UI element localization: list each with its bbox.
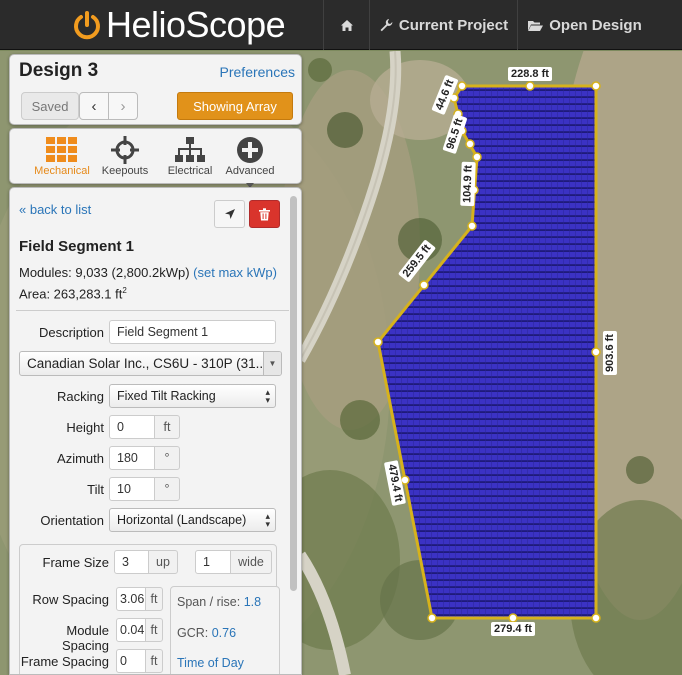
redo-next-button[interactable]: › xyxy=(108,92,138,120)
orientation-value: Horizontal (Landscape) xyxy=(117,513,247,527)
open-design-label: Open Design xyxy=(549,16,642,34)
edge-label-right: 903.6 ft xyxy=(602,331,617,375)
azimuth-unit: ° xyxy=(154,446,180,470)
azimuth-input[interactable]: 180 xyxy=(109,446,155,470)
tab-mechanical[interactable]: Mechanical xyxy=(29,135,95,177)
racking-select[interactable]: Fixed Tilt Racking ▴ ▾ xyxy=(109,384,276,408)
module-select-value: Canadian Solar Inc., CS6U - 310P (31... xyxy=(27,356,267,371)
home-icon xyxy=(340,19,353,31)
tab-mechanical-label: Mechanical xyxy=(34,165,90,177)
tab-advanced[interactable]: Advanced xyxy=(217,135,283,188)
modules-summary: Modules: 9,033 (2,800.2kWp) (set max kWp… xyxy=(19,265,277,280)
racking-value: Fixed Tilt Racking xyxy=(117,389,216,403)
locate-button[interactable] xyxy=(214,200,245,228)
hierarchy-icon xyxy=(175,137,205,162)
frame-up-input[interactable]: 3 xyxy=(114,550,149,574)
time-of-day-link[interactable]: Time of Day xyxy=(177,656,244,670)
module-spacing-input[interactable]: 0.04 xyxy=(116,618,146,642)
area-summary: Area: 263,283.1 ft2 xyxy=(19,286,127,301)
azimuth-label: Azimuth xyxy=(57,451,104,466)
tab-advanced-label: Advanced xyxy=(225,165,275,177)
tab-electrical-label: Electrical xyxy=(167,165,213,177)
height-unit: ft xyxy=(154,415,180,439)
frame-wide-unit: wide xyxy=(230,550,272,574)
segment-title: Field Segment 1 xyxy=(19,238,135,255)
frame-wide-input[interactable]: 1 xyxy=(195,550,231,574)
tab-keepouts-label: Keepouts xyxy=(101,165,149,177)
current-project-label: Current Project xyxy=(398,16,509,34)
module-spacing-unit: ft xyxy=(145,618,163,642)
row-spacing-label: Row Spacing xyxy=(32,592,109,607)
tilt-input[interactable]: 10 xyxy=(109,477,155,501)
crosshair-icon xyxy=(111,136,139,164)
current-project-button[interactable]: Current Project xyxy=(369,0,517,50)
racking-label: Racking xyxy=(57,389,104,404)
row-spacing-unit: ft xyxy=(145,587,163,611)
module-select[interactable]: Canadian Solar Inc., CS6U - 310P (31... … xyxy=(19,351,282,376)
frame-size-label: Frame Size xyxy=(42,555,109,570)
module-spacing-label: Module Spacing xyxy=(62,623,109,653)
tabs-card: Mechanical Keepouts Electrical Advanced xyxy=(9,128,302,188)
frame-spacing-label: Frame Spacing xyxy=(20,654,109,669)
edge-label-bottom: 279.4 ft xyxy=(491,622,535,636)
edge-label-104: 104.9 ft xyxy=(460,161,476,207)
modules-count: Modules: 9,033 (2,800.2kWp) xyxy=(19,265,190,280)
frame-spacing-input[interactable]: 0 xyxy=(116,649,146,673)
gcr-label: GCR: xyxy=(177,626,209,640)
chevron-down-icon: ▼ xyxy=(263,352,281,375)
divider xyxy=(16,310,289,311)
preferences-link[interactable]: Preferences xyxy=(220,64,295,80)
height-label: Height xyxy=(66,420,104,435)
saved-button[interactable]: Saved xyxy=(21,92,79,120)
open-design-button[interactable]: Open Design xyxy=(517,0,651,50)
panel-scrollbar[interactable] xyxy=(290,196,297,591)
trash-icon xyxy=(259,207,270,220)
area-unit-sup: 2 xyxy=(122,286,127,295)
orientation-label: Orientation xyxy=(40,513,104,528)
description-label: Description xyxy=(38,325,104,340)
segment-form: « back to list Field Segment 1 Modules: … xyxy=(9,187,302,675)
power-icon xyxy=(74,11,100,40)
plus-circle-icon xyxy=(237,137,263,163)
delete-button[interactable] xyxy=(249,200,280,228)
tab-keepouts[interactable]: Keepouts xyxy=(92,135,158,177)
span-rise-value[interactable]: 1.8 xyxy=(244,595,261,609)
tilt-unit: ° xyxy=(154,477,180,501)
frame-up-unit: up xyxy=(148,550,178,574)
top-navbar: HelioScope Current Project Open Design xyxy=(0,0,682,50)
orientation-select[interactable]: Horizontal (Landscape) ▴ ▾ xyxy=(109,508,276,532)
gcr-panel: Span / rise: 1.8 GCR: 0.76 Time of Day xyxy=(170,586,280,674)
design-card: Design 3 Preferences Saved ‹ › Showing A… xyxy=(9,54,302,125)
tilt-label: Tilt xyxy=(87,482,104,497)
gcr-row: GCR: 0.76 xyxy=(177,626,236,640)
description-input[interactable]: Field Segment 1 xyxy=(109,320,276,344)
set-max-kwp-link[interactable]: (set max kWp) xyxy=(193,265,277,280)
frame-spacing-unit: ft xyxy=(145,649,163,673)
home-button[interactable] xyxy=(323,0,369,50)
edge-label-top: 228.8 ft xyxy=(508,67,552,81)
height-input[interactable]: 0 xyxy=(109,415,155,439)
location-arrow-icon xyxy=(224,209,235,219)
grid-icon xyxy=(46,137,77,162)
select-arrows-icon: ▴ ▾ xyxy=(265,511,270,529)
brand-logo[interactable]: HelioScope xyxy=(72,4,286,46)
showing-array-button[interactable]: Showing Array xyxy=(177,92,293,120)
area-value: Area: 263,283.1 ft xyxy=(19,286,123,302)
gcr-value[interactable]: 0.76 xyxy=(212,626,236,640)
design-title: Design 3 xyxy=(19,60,99,81)
span-rise-row: Span / rise: 1.8 xyxy=(177,595,261,609)
wrench-icon xyxy=(379,18,393,32)
row-spacing-input[interactable]: 3.06 xyxy=(116,587,146,611)
undo-prev-button[interactable]: ‹ xyxy=(79,92,109,120)
select-arrows-icon: ▴ ▾ xyxy=(265,387,270,405)
span-rise-label: Span / rise: xyxy=(177,595,241,609)
tab-electrical[interactable]: Electrical xyxy=(157,135,223,177)
back-to-list-link[interactable]: « back to list xyxy=(19,202,91,217)
brand-name: HelioScope xyxy=(106,4,286,45)
folder-open-icon xyxy=(527,19,544,32)
